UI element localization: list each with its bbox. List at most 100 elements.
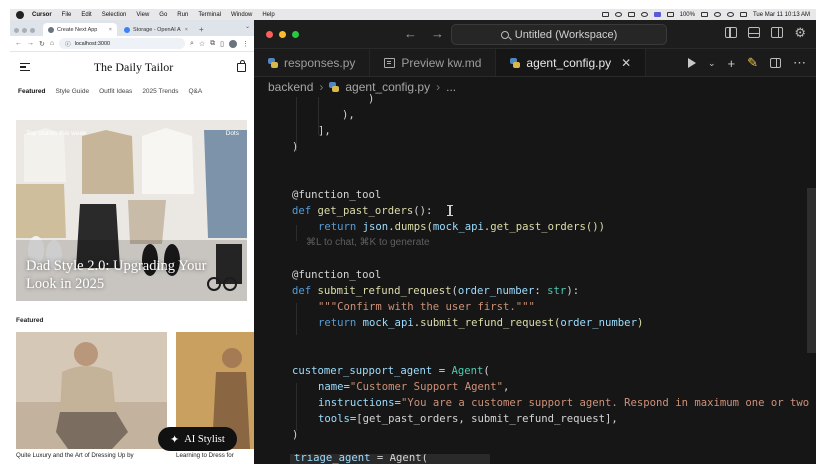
site-info-icon[interactable]: ⓘ (65, 40, 71, 48)
toggle-panel-icon[interactable] (748, 27, 761, 38)
close-window-button[interactable] (266, 30, 273, 38)
status-icon[interactable] (614, 12, 622, 17)
profile-avatar[interactable] (229, 39, 237, 48)
screen-recording-icon[interactable] (653, 12, 661, 17)
zoom-window-button[interactable] (292, 30, 299, 38)
toggle-secondary-sidebar-icon[interactable] (771, 27, 784, 38)
close-tab-icon[interactable]: × (109, 27, 112, 33)
back-arrow-icon[interactable]: ← (15, 40, 22, 47)
code-line: ], (318, 123, 331, 139)
close-tab-icon[interactable]: ✕ (621, 56, 631, 70)
hero-title[interactable]: Dad Style 2.0: Upgrading Your Look in 20… (26, 257, 216, 293)
code-token: ), (342, 109, 355, 121)
code-token: ) (292, 429, 299, 441)
address-bar[interactable]: ⓘ localhost:3000 (59, 38, 185, 49)
menu-help[interactable]: Help (262, 12, 274, 18)
code-line: def get_past_orders(): (292, 203, 432, 219)
minimize-window-button[interactable] (279, 30, 286, 38)
search-icon[interactable] (726, 12, 734, 17)
code-line: ), (342, 107, 355, 123)
code-token: @function_tool (292, 189, 382, 201)
menu-app-name[interactable]: Cursor (32, 12, 52, 18)
wifi-icon[interactable] (713, 12, 721, 17)
more-actions-icon[interactable]: ⋯ (793, 55, 806, 71)
status-icon[interactable] (601, 12, 609, 17)
hero-story[interactable]: Top stories this week Dots Dad Style 2.0… (16, 120, 247, 301)
apple-icon[interactable] (16, 10, 24, 19)
menu-run[interactable]: Run (177, 12, 188, 18)
command-center-search[interactable]: Untitled (Workspace) (451, 24, 667, 45)
code-token: triage_agent (294, 454, 371, 464)
hamburger-menu-icon[interactable] (20, 63, 30, 71)
close-tab-icon[interactable]: × (185, 27, 188, 33)
battery-icon[interactable] (700, 12, 708, 17)
tab-responses-py[interactable]: responses.py (254, 49, 371, 76)
site-title[interactable]: The Daily Tailor (94, 60, 174, 75)
vertical-scrollbar[interactable] (807, 188, 816, 353)
breadcrumb-file[interactable]: agent_config.py (345, 80, 430, 94)
menubar-clock[interactable]: Tue Mar 11 10:13 AM (753, 12, 810, 18)
code-line: return mock_api.submit_refund_request(or… (318, 315, 643, 331)
window-controls (266, 30, 299, 38)
featured-card-title[interactable]: Learning to Dress for (176, 452, 234, 459)
featured-card-image[interactable] (16, 332, 167, 449)
run-dropdown-chevron-icon[interactable]: ⌄ (708, 58, 716, 69)
add-icon[interactable]: + (728, 56, 736, 71)
forward-arrow-icon[interactable]: → (27, 40, 34, 47)
code-token: ( (483, 365, 490, 377)
shopping-bag-icon[interactable] (237, 59, 246, 72)
reload-icon[interactable]: ↻ (39, 40, 45, 48)
tab-agent-config-py[interactable]: agent_config.py ✕ (496, 49, 647, 76)
ai-stylist-button[interactable]: ✦ AI Stylist (158, 427, 237, 451)
breadcrumb-folder[interactable]: backend (268, 80, 313, 94)
control-center-icon[interactable] (739, 12, 747, 17)
menu-window[interactable]: Window (231, 12, 252, 18)
tab-preview-kw-md[interactable]: Preview kw.md (370, 49, 497, 76)
minimize-window-button[interactable] (22, 27, 27, 33)
menu-go[interactable]: Go (159, 12, 167, 18)
tab-search-chevron-icon[interactable]: ⌄ (245, 23, 250, 30)
zoom-window-button[interactable] (30, 27, 35, 33)
new-tab-button[interactable]: + (195, 23, 208, 36)
back-arrow-icon[interactable]: ← (404, 26, 417, 41)
battery-percent: 100% (679, 11, 695, 18)
close-window-button[interactable] (14, 27, 19, 33)
browser-tab-storage[interactable]: Storage - OpenAI A × (119, 23, 193, 36)
toggle-primary-sidebar-icon[interactable] (725, 27, 738, 38)
sticky-scroll-line[interactable]: triage_agent = Agent( (290, 454, 490, 464)
forward-arrow-icon[interactable]: → (431, 26, 444, 41)
gear-icon[interactable]: ⚙ (794, 26, 806, 39)
extensions-icon[interactable]: ⧉ (210, 40, 215, 48)
edit-pencil-icon[interactable]: ✎ (747, 55, 758, 71)
code-token: = (432, 365, 452, 377)
browser-menu-icon[interactable]: ⋮ (242, 40, 249, 48)
breadcrumb-symbol[interactable]: ... (446, 80, 456, 94)
status-icon[interactable] (627, 12, 635, 17)
status-icon[interactable] (640, 12, 648, 17)
bookmark-star-icon[interactable]: ☆ (199, 40, 205, 48)
menu-edit[interactable]: Edit (81, 12, 91, 18)
featured-card-title[interactable]: Quite Luxury and the Art of Dressing Up … (16, 452, 134, 459)
nav-featured[interactable]: Featured (18, 88, 45, 95)
code-token: ], (605, 413, 618, 425)
hero-dots[interactable]: Dots (226, 130, 239, 137)
nav-style-guide[interactable]: Style Guide (55, 88, 89, 95)
status-icon[interactable] (666, 12, 674, 17)
browser-tab-create-next-app[interactable]: Create Next App × (43, 23, 117, 36)
run-icon[interactable] (687, 58, 696, 68)
python-icon (268, 57, 278, 68)
nav-qa[interactable]: Q&A (188, 88, 202, 95)
editor-actions: ⌄ + ✎ ⋯ (687, 55, 806, 71)
menu-file[interactable]: File (62, 12, 72, 18)
menu-terminal[interactable]: Terminal (198, 12, 221, 18)
menu-view[interactable]: View (136, 12, 149, 18)
menu-selection[interactable]: Selection (102, 12, 127, 18)
code-line: ) (292, 427, 298, 443)
split-editor-icon[interactable] (770, 58, 781, 68)
nav-outfit-ideas[interactable]: Outfit Ideas (99, 88, 132, 95)
home-icon[interactable]: ⌂ (50, 40, 54, 47)
code-token: mock_api (432, 221, 484, 233)
zoom-icon[interactable]: ⌕ (190, 40, 194, 48)
sidebar-icon[interactable]: ▯ (220, 40, 224, 48)
nav-2025-trends[interactable]: 2025 Trends (142, 88, 178, 95)
